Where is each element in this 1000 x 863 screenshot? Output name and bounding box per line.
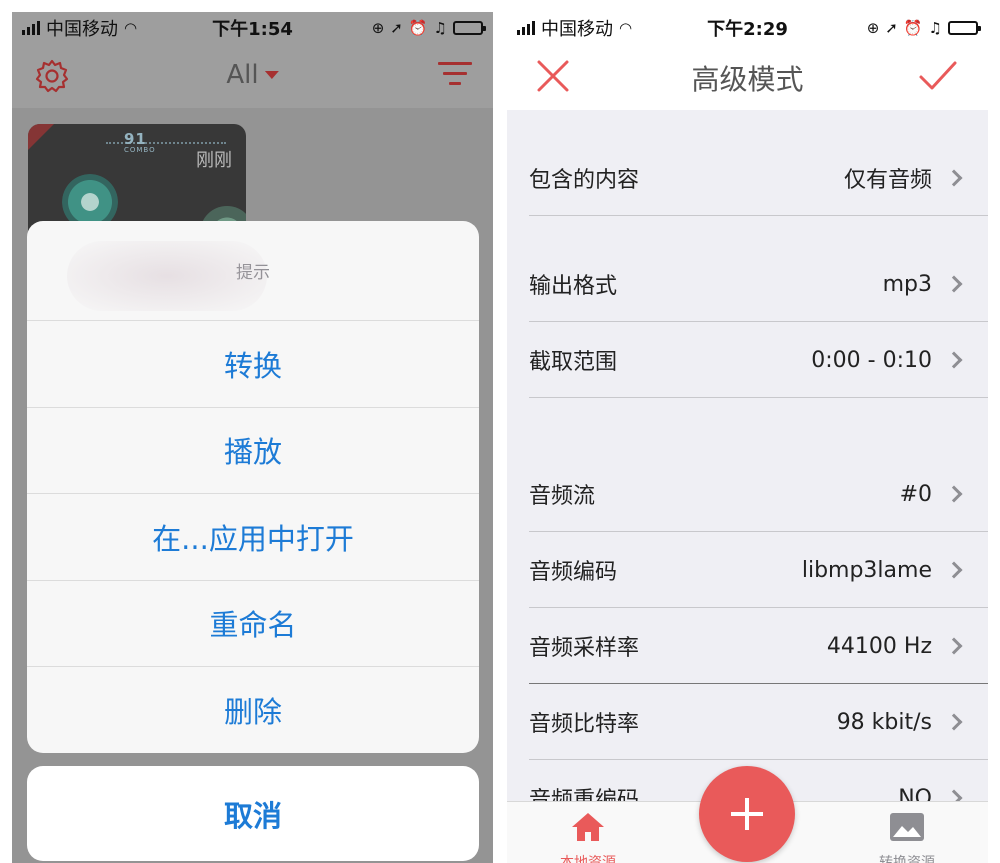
orientation-lock-icon: ⊕ [371, 18, 385, 37]
battery-icon [453, 21, 486, 35]
settings-list: 包含的内容 仅有音频 输出格式 mp3 截取范围 0:00 - 0:10 音频流… [507, 110, 988, 836]
setting-row-sample-rate[interactable]: 音频采样率 44100 Hz [507, 608, 988, 684]
setting-label: 输出格式 [529, 274, 618, 299]
action-play-button[interactable]: 播放 [27, 408, 479, 494]
setting-value: 44100 Hz [826, 633, 932, 659]
add-button[interactable] [699, 766, 795, 862]
chevron-down-icon [264, 71, 279, 79]
status-bar: 中国移动 ◠ 下午1:54 ⊕ ➚ ⏰ ♫ [12, 12, 493, 44]
chevron-right-icon [945, 561, 963, 579]
action-sheet-title: 提示 [27, 221, 479, 321]
signal-icon [22, 21, 40, 35]
wifi-icon: ◠ [619, 18, 633, 37]
image-icon [890, 813, 924, 841]
setting-row-range[interactable]: 截取范围 0:00 - 0:10 [507, 322, 988, 398]
setting-label: 音频流 [529, 484, 596, 509]
page-title: 高级模式 [691, 63, 804, 96]
home-icon [572, 813, 604, 841]
status-bar: 中国移动 ◠ 下午2:29 ⊕ ➚ ⏰ ♫ [507, 12, 988, 44]
headphones-icon: ♫ [433, 18, 447, 37]
navbar-title: All [226, 60, 259, 90]
setting-value: #0 [899, 481, 932, 507]
tab-converted-resources[interactable]: 转换资源 [878, 810, 936, 863]
chevron-right-icon [945, 637, 963, 655]
setting-label: 音频编码 [529, 560, 618, 585]
chevron-right-icon [945, 275, 963, 293]
setting-value: mp3 [882, 271, 932, 297]
action-open-in-button[interactable]: 在...应用中打开 [27, 494, 479, 581]
setting-label: 音频采样率 [529, 636, 640, 661]
cancel-button[interactable]: 取消 [27, 766, 479, 861]
tab-local-resources[interactable]: 本地资源 [559, 810, 617, 863]
check-icon[interactable] [918, 58, 958, 94]
setting-label: 包含的内容 [529, 168, 640, 193]
alarm-icon: ⏰ [408, 18, 428, 37]
orientation-lock-icon: ⊕ [866, 18, 880, 37]
setting-label: 音频比特率 [529, 712, 640, 737]
chevron-right-icon [945, 713, 963, 731]
wifi-icon: ◠ [124, 18, 138, 37]
action-convert-button[interactable]: 转换 [27, 321, 479, 408]
top-navbar: 高级模式 [507, 44, 988, 110]
action-delete-button[interactable]: 删除 [27, 667, 479, 753]
chevron-right-icon [945, 485, 963, 503]
setting-value: 98 kbit/s [836, 709, 932, 735]
status-time: 下午1:54 [212, 19, 293, 40]
carrier-label: 中国移动 [541, 19, 613, 40]
setting-row-audio-codec[interactable]: 音频编码 libmp3lame [507, 532, 988, 608]
close-icon[interactable] [535, 58, 571, 94]
location-icon: ➚ [885, 18, 898, 37]
chevron-right-icon [945, 351, 963, 369]
tab-label: 转换资源 [879, 855, 935, 863]
right-screen: 中国移动 ◠ 下午2:29 ⊕ ➚ ⏰ ♫ 高级模式 包含的内容 仅有音频 输出… [507, 12, 988, 863]
filter-icon[interactable] [437, 62, 473, 90]
battery-icon [948, 21, 981, 35]
setting-row-format[interactable]: 输出格式 mp3 [507, 246, 988, 322]
status-time: 下午2:29 [707, 19, 788, 40]
gear-icon[interactable] [34, 58, 70, 94]
alarm-icon: ⏰ [903, 18, 923, 37]
setting-row-content[interactable]: 包含的内容 仅有音频 [507, 140, 988, 216]
filter-dropdown[interactable]: All [226, 60, 279, 90]
chevron-right-icon [945, 169, 963, 187]
location-icon: ➚ [390, 18, 403, 37]
setting-value: 0:00 - 0:10 [811, 347, 932, 373]
left-screen: 中国移动 ◠ 下午1:54 ⊕ ➚ ⏰ ♫ All 91 COMBO 刚刚 提示… [12, 12, 493, 863]
signal-icon [517, 21, 535, 35]
headphones-icon: ♫ [928, 18, 942, 37]
setting-label: 截取范围 [529, 350, 618, 375]
setting-value: 仅有音频 [843, 168, 932, 193]
carrier-label: 中国移动 [46, 19, 118, 40]
setting-row-bitrate[interactable]: 音频比特率 98 kbit/s [507, 684, 988, 760]
setting-row-audio-stream[interactable]: 音频流 #0 [507, 456, 988, 532]
top-navbar: All [12, 44, 493, 108]
tab-label: 本地资源 [560, 855, 616, 863]
action-sheet: 提示 转换 播放 在...应用中打开 重命名 删除 [27, 221, 479, 753]
setting-value: libmp3lame [801, 557, 932, 583]
action-rename-button[interactable]: 重命名 [27, 581, 479, 667]
